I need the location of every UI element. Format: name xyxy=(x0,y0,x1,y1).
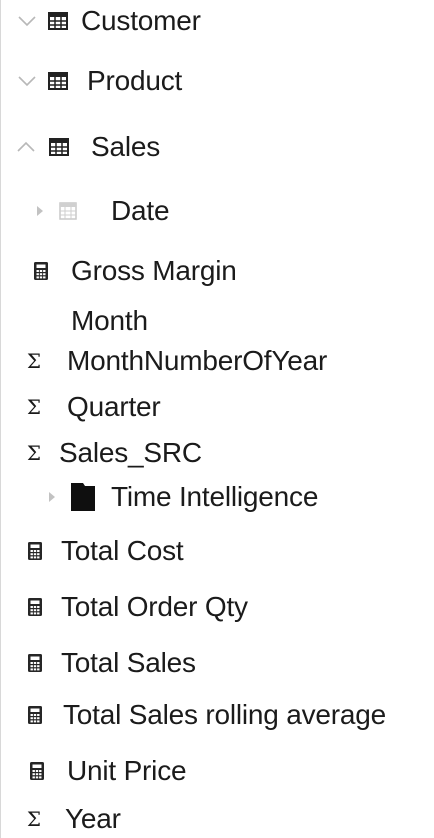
calculator-icon xyxy=(25,654,45,672)
field-label: Total Order Qty xyxy=(61,591,248,622)
folder-icon xyxy=(63,483,97,511)
table-icon xyxy=(43,138,75,156)
field-label: Gross Margin xyxy=(71,255,237,286)
field-total-order-qty[interactable]: Total Order Qty xyxy=(25,588,248,626)
field-label: MonthNumberOfYear xyxy=(67,345,328,376)
sigma-icon: Σ xyxy=(26,395,42,419)
field-date[interactable]: Date xyxy=(29,192,170,230)
field-label: Quarter xyxy=(67,391,161,422)
field-time-intelligence[interactable]: Time Intelligence xyxy=(41,478,318,516)
table-label: Sales xyxy=(91,131,161,162)
table-icon xyxy=(43,72,73,90)
field-label: Year xyxy=(65,803,121,834)
table-label: Product xyxy=(87,65,183,96)
table-icon xyxy=(43,12,73,30)
field-total-cost[interactable]: Total Cost xyxy=(25,532,184,570)
table-product[interactable]: Product xyxy=(11,62,182,100)
calculator-icon xyxy=(25,542,45,560)
field-label: Date xyxy=(111,195,170,226)
field-label: Time Intelligence xyxy=(111,481,319,512)
sigma-icon: Σ xyxy=(26,349,42,373)
sigma-icon: Σ xyxy=(26,441,42,465)
table-label: Customer xyxy=(81,5,201,36)
chevron-down-icon[interactable] xyxy=(11,75,43,87)
calculator-icon xyxy=(25,598,45,616)
field-label: Total Sales rolling average xyxy=(63,699,387,730)
calculator-icon xyxy=(25,706,45,724)
field-monthnumberofyear[interactable]: Σ MonthNumberOfYear xyxy=(23,342,327,380)
sigma-icon: Σ xyxy=(26,807,42,831)
calendar-icon xyxy=(51,202,85,220)
field-unit-price[interactable]: Unit Price xyxy=(27,752,187,790)
table-sales[interactable]: Sales xyxy=(9,128,160,166)
field-label: Total Sales xyxy=(61,647,196,678)
field-label: Unit Price xyxy=(67,755,187,786)
field-label: Sales_SRC xyxy=(59,437,202,468)
table-customer[interactable]: Customer xyxy=(11,2,201,40)
expand-arrow-icon[interactable] xyxy=(41,491,63,503)
calculator-icon xyxy=(27,762,47,780)
field-sales-src[interactable]: Σ Sales_SRC xyxy=(23,434,202,472)
expand-arrow-icon[interactable] xyxy=(29,205,51,217)
chevron-down-icon[interactable] xyxy=(11,15,43,27)
field-quarter[interactable]: Σ Quarter xyxy=(23,388,161,426)
calculator-icon xyxy=(31,262,51,280)
chevron-up-icon[interactable] xyxy=(9,141,43,153)
field-total-sales[interactable]: Total Sales xyxy=(25,644,196,682)
field-label: Month xyxy=(71,305,148,336)
fields-pane: Customer Product Sales Date Gross Margin… xyxy=(0,0,434,838)
field-total-sales-rolling-average[interactable]: Total Sales rolling average xyxy=(25,696,386,734)
field-gross-margin[interactable]: Gross Margin xyxy=(31,252,237,290)
field-label: Total Cost xyxy=(61,535,184,566)
field-month[interactable]: Month xyxy=(71,302,148,340)
field-year[interactable]: Σ Year xyxy=(23,800,121,838)
